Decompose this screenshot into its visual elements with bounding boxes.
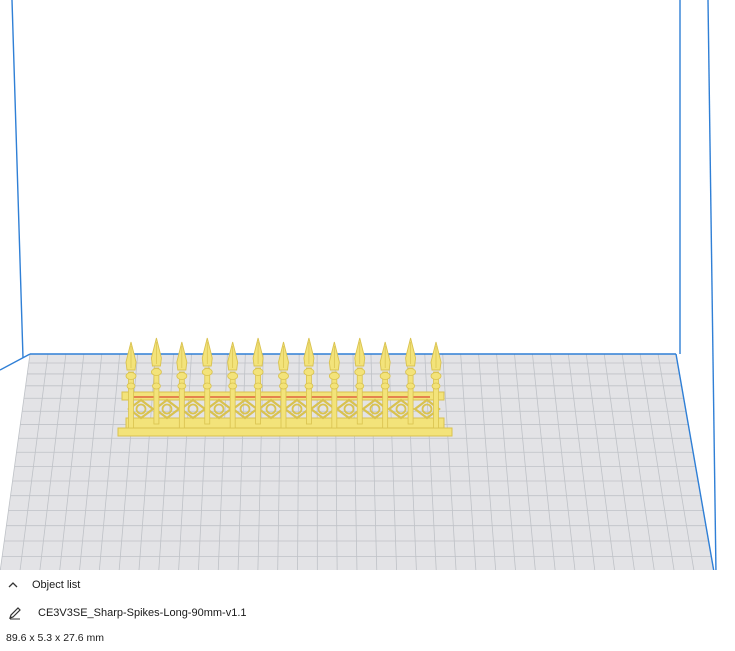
fence-post-knob xyxy=(228,382,238,390)
fence-post xyxy=(229,371,236,429)
fence-post-knob xyxy=(253,382,263,390)
fence-post-collar xyxy=(379,372,391,380)
pencil-icon[interactable] xyxy=(8,606,22,620)
fence-post-knob xyxy=(152,382,161,390)
fence-post xyxy=(204,367,211,425)
object-list-toggle[interactable]: Object list xyxy=(6,576,80,594)
object-dimensions: 89.6 x 5.3 x 27.6 mm xyxy=(6,630,104,646)
fence-post xyxy=(255,367,261,425)
object-file-name: CE3V3SE_Sharp-Spikes-Long-90mm-v1.1 xyxy=(38,607,247,619)
chevron-up-icon xyxy=(8,582,18,588)
fence-post xyxy=(433,371,439,429)
object-dimensions-text: 89.6 x 5.3 x 27.6 mm xyxy=(6,632,105,644)
fence-post-collar xyxy=(125,372,137,380)
fence-post-knob xyxy=(202,382,212,390)
fence-post-collar xyxy=(201,368,213,376)
fence-post-knob xyxy=(126,382,136,390)
fence-post-knob xyxy=(431,382,441,390)
fence-post-collar xyxy=(227,372,239,380)
fence-post xyxy=(356,367,363,425)
fence-post xyxy=(407,367,414,425)
fence-post xyxy=(306,367,312,425)
build-volume-scene xyxy=(0,0,717,575)
fence-post-knob xyxy=(355,382,365,390)
fence-post xyxy=(280,371,287,429)
fence-post-collar xyxy=(328,372,340,380)
fence-post-knob xyxy=(177,382,187,390)
fence-post xyxy=(382,371,389,429)
fence-post-collar xyxy=(354,368,366,376)
fence-post-knob xyxy=(380,382,390,390)
fence-post-knob xyxy=(279,382,288,390)
fence-post xyxy=(128,371,134,429)
fence-post-collar xyxy=(176,372,188,380)
fence-post-collar xyxy=(278,372,289,380)
fence-post-collar xyxy=(405,368,416,376)
fence-post xyxy=(178,371,185,429)
object-list-item[interactable]: CE3V3SE_Sharp-Spikes-Long-90mm-v1.1 xyxy=(8,604,247,622)
fence-post xyxy=(153,367,160,425)
object-list-panel: Object list CE3V3SE_Sharp-Spikes-Long-90… xyxy=(0,570,735,651)
fence-post-knob xyxy=(406,382,415,390)
3d-viewport[interactable] xyxy=(0,0,735,575)
fence-post xyxy=(331,371,338,429)
object-list-label: Object list xyxy=(32,579,81,591)
fence-post-collar xyxy=(303,368,315,376)
fence-base-rail xyxy=(117,427,453,437)
fence-post-collar xyxy=(430,372,442,380)
fence-post-knob xyxy=(304,382,314,390)
fence-post-knob xyxy=(329,382,339,390)
fence-post-collar xyxy=(151,368,162,376)
fence-post-collar xyxy=(252,368,264,376)
